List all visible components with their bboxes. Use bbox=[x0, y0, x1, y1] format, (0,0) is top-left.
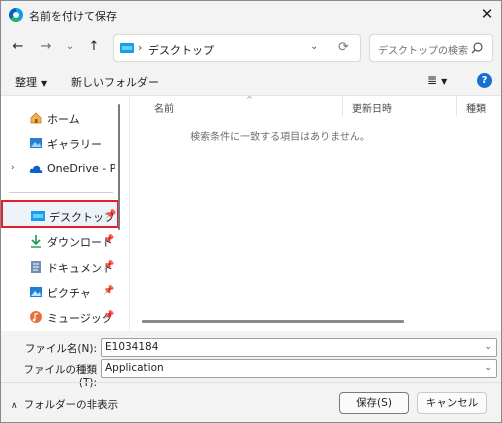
forward-button[interactable]: → bbox=[37, 38, 55, 56]
save-as-dialog: 名前を付けて保存 ✕ ← → ⌄ ↑ › デスクトップ ⌄ ⟳ デスクトップの検… bbox=[0, 0, 502, 423]
download-icon bbox=[31, 235, 41, 248]
desktop-icon bbox=[31, 211, 45, 221]
edge-icon bbox=[9, 8, 23, 22]
sidebar-item-downloads[interactable]: ダウンロード 📌 bbox=[1, 227, 119, 255]
sidebar-scrollbar[interactable] bbox=[118, 104, 121, 328]
horizontal-scrollbar[interactable] bbox=[142, 320, 404, 323]
sidebar-divider bbox=[9, 192, 113, 193]
organize-label: 整理 bbox=[15, 76, 37, 89]
pin-icon: 📌 bbox=[103, 261, 115, 271]
address-bar[interactable]: › デスクトップ ⌄ ⟳ bbox=[113, 34, 361, 62]
sidebar-item-label: OneDrive - Personal bbox=[47, 162, 115, 175]
window-title: 名前を付けて保存 bbox=[29, 10, 117, 23]
sort-indicator-icon: ^ bbox=[246, 95, 253, 104]
sidebar-item-gallery[interactable]: ギャラリー bbox=[1, 129, 119, 157]
file-list: ^ 名前 更新日時 種類 検索条件に一致する項目はありません。 bbox=[129, 95, 501, 332]
sidebar-scrollbar-thumb[interactable] bbox=[118, 104, 120, 230]
empty-list-message: 検索条件に一致する項目はありません。 bbox=[190, 132, 370, 143]
chevron-right-icon[interactable]: › bbox=[11, 163, 15, 173]
column-header-type[interactable]: 種類 bbox=[466, 100, 486, 115]
new-folder-button[interactable]: 新しいフォルダー bbox=[71, 74, 159, 90]
sidebar-item-onedrive[interactable]: › OneDrive - Personal bbox=[1, 155, 119, 183]
chevron-down-icon[interactable]: ⌄ bbox=[484, 363, 492, 373]
close-button[interactable]: ✕ bbox=[475, 3, 499, 25]
save-form: ファイル名(N): E1034184 ⌄ ファイルの種類(T): Applica… bbox=[1, 331, 501, 422]
navigation-bar: ← → ⌄ ↑ › デスクトップ ⌄ ⟳ デスクトップの検索 bbox=[1, 29, 501, 67]
recent-locations-button[interactable]: ⌄ bbox=[61, 38, 79, 56]
organize-button[interactable]: 整理 ▼ bbox=[15, 74, 47, 90]
cancel-button[interactable]: キャンセル bbox=[417, 392, 487, 414]
up-button[interactable]: ↑ bbox=[85, 38, 103, 56]
documents-icon bbox=[31, 261, 41, 273]
view-options-button[interactable]: ≣ ▼ bbox=[427, 73, 447, 87]
filetype-value[interactable]: Application bbox=[105, 362, 164, 374]
chevron-down-icon: ▼ bbox=[441, 77, 448, 86]
title-bar: 名前を付けて保存 ✕ bbox=[1, 1, 501, 29]
chevron-down-icon: ▼ bbox=[41, 79, 48, 88]
list-view-icon: ≣ bbox=[427, 73, 438, 87]
pin-icon: 📌 bbox=[103, 286, 115, 296]
filename-label: ファイル名(N): bbox=[24, 343, 97, 355]
desktop-icon bbox=[120, 43, 134, 53]
filetype-select[interactable]: Application ⌄ bbox=[101, 359, 497, 378]
hide-folders-button[interactable]: ∧ フォルダーの非表示 bbox=[11, 397, 118, 412]
save-button[interactable]: 保存(S) bbox=[339, 392, 409, 414]
sidebar-item-desktop[interactable]: デスクトップ 📌 bbox=[1, 200, 119, 228]
chevron-down-icon[interactable]: ⌄ bbox=[484, 342, 492, 352]
pin-icon: 📌 bbox=[105, 210, 117, 220]
pin-icon: 📌 bbox=[103, 311, 115, 321]
filename-field[interactable]: E1034184 ⌄ bbox=[101, 338, 497, 357]
address-dropdown-button[interactable]: ⌄ bbox=[310, 41, 318, 52]
sidebar-item-documents[interactable]: ドキュメント 📌 bbox=[1, 253, 119, 281]
chevron-up-icon: ∧ bbox=[11, 401, 18, 411]
gallery-icon bbox=[30, 138, 42, 148]
onedrive-icon bbox=[29, 165, 43, 173]
footer-divider bbox=[1, 382, 501, 383]
navigation-pane: ホーム ギャラリー › OneDrive - Personal bbox=[1, 96, 121, 332]
home-icon bbox=[30, 112, 42, 124]
content-area: ホーム ギャラリー › OneDrive - Personal bbox=[1, 95, 501, 332]
pictures-icon bbox=[30, 287, 42, 297]
sidebar-item-home[interactable]: ホーム bbox=[1, 104, 119, 132]
column-divider[interactable] bbox=[456, 96, 457, 116]
search-input[interactable]: デスクトップの検索 bbox=[369, 34, 493, 62]
search-placeholder: デスクトップの検索 bbox=[378, 46, 468, 57]
sidebar-item-label: ギャラリー bbox=[47, 138, 102, 151]
pin-icon: 📌 bbox=[103, 235, 115, 245]
column-header-date-modified[interactable]: 更新日時 bbox=[352, 100, 392, 115]
help-button[interactable]: ? bbox=[477, 73, 492, 88]
music-icon bbox=[30, 311, 42, 323]
back-button[interactable]: ← bbox=[9, 38, 27, 56]
sidebar-item-music[interactable]: ミュージック 📌 bbox=[1, 303, 119, 331]
sidebar-item-pictures[interactable]: ピクチャ 📌 bbox=[1, 278, 119, 306]
column-divider[interactable] bbox=[342, 96, 343, 116]
filetype-label: ファイルの種類(T): bbox=[23, 364, 98, 389]
column-header-name[interactable]: 名前 bbox=[154, 100, 174, 115]
hide-folders-label: フォルダーの非表示 bbox=[23, 399, 119, 411]
address-path[interactable]: デスクトップ bbox=[148, 42, 214, 58]
search-icon bbox=[471, 42, 483, 54]
command-bar: 整理 ▼ 新しいフォルダー ≣ ▼ ? bbox=[1, 67, 501, 95]
filename-value[interactable]: E1034184 bbox=[105, 341, 158, 353]
chevron-right-icon: › bbox=[138, 41, 143, 54]
refresh-button[interactable]: ⟳ bbox=[338, 40, 349, 55]
sidebar-item-label: ホーム bbox=[47, 113, 80, 126]
